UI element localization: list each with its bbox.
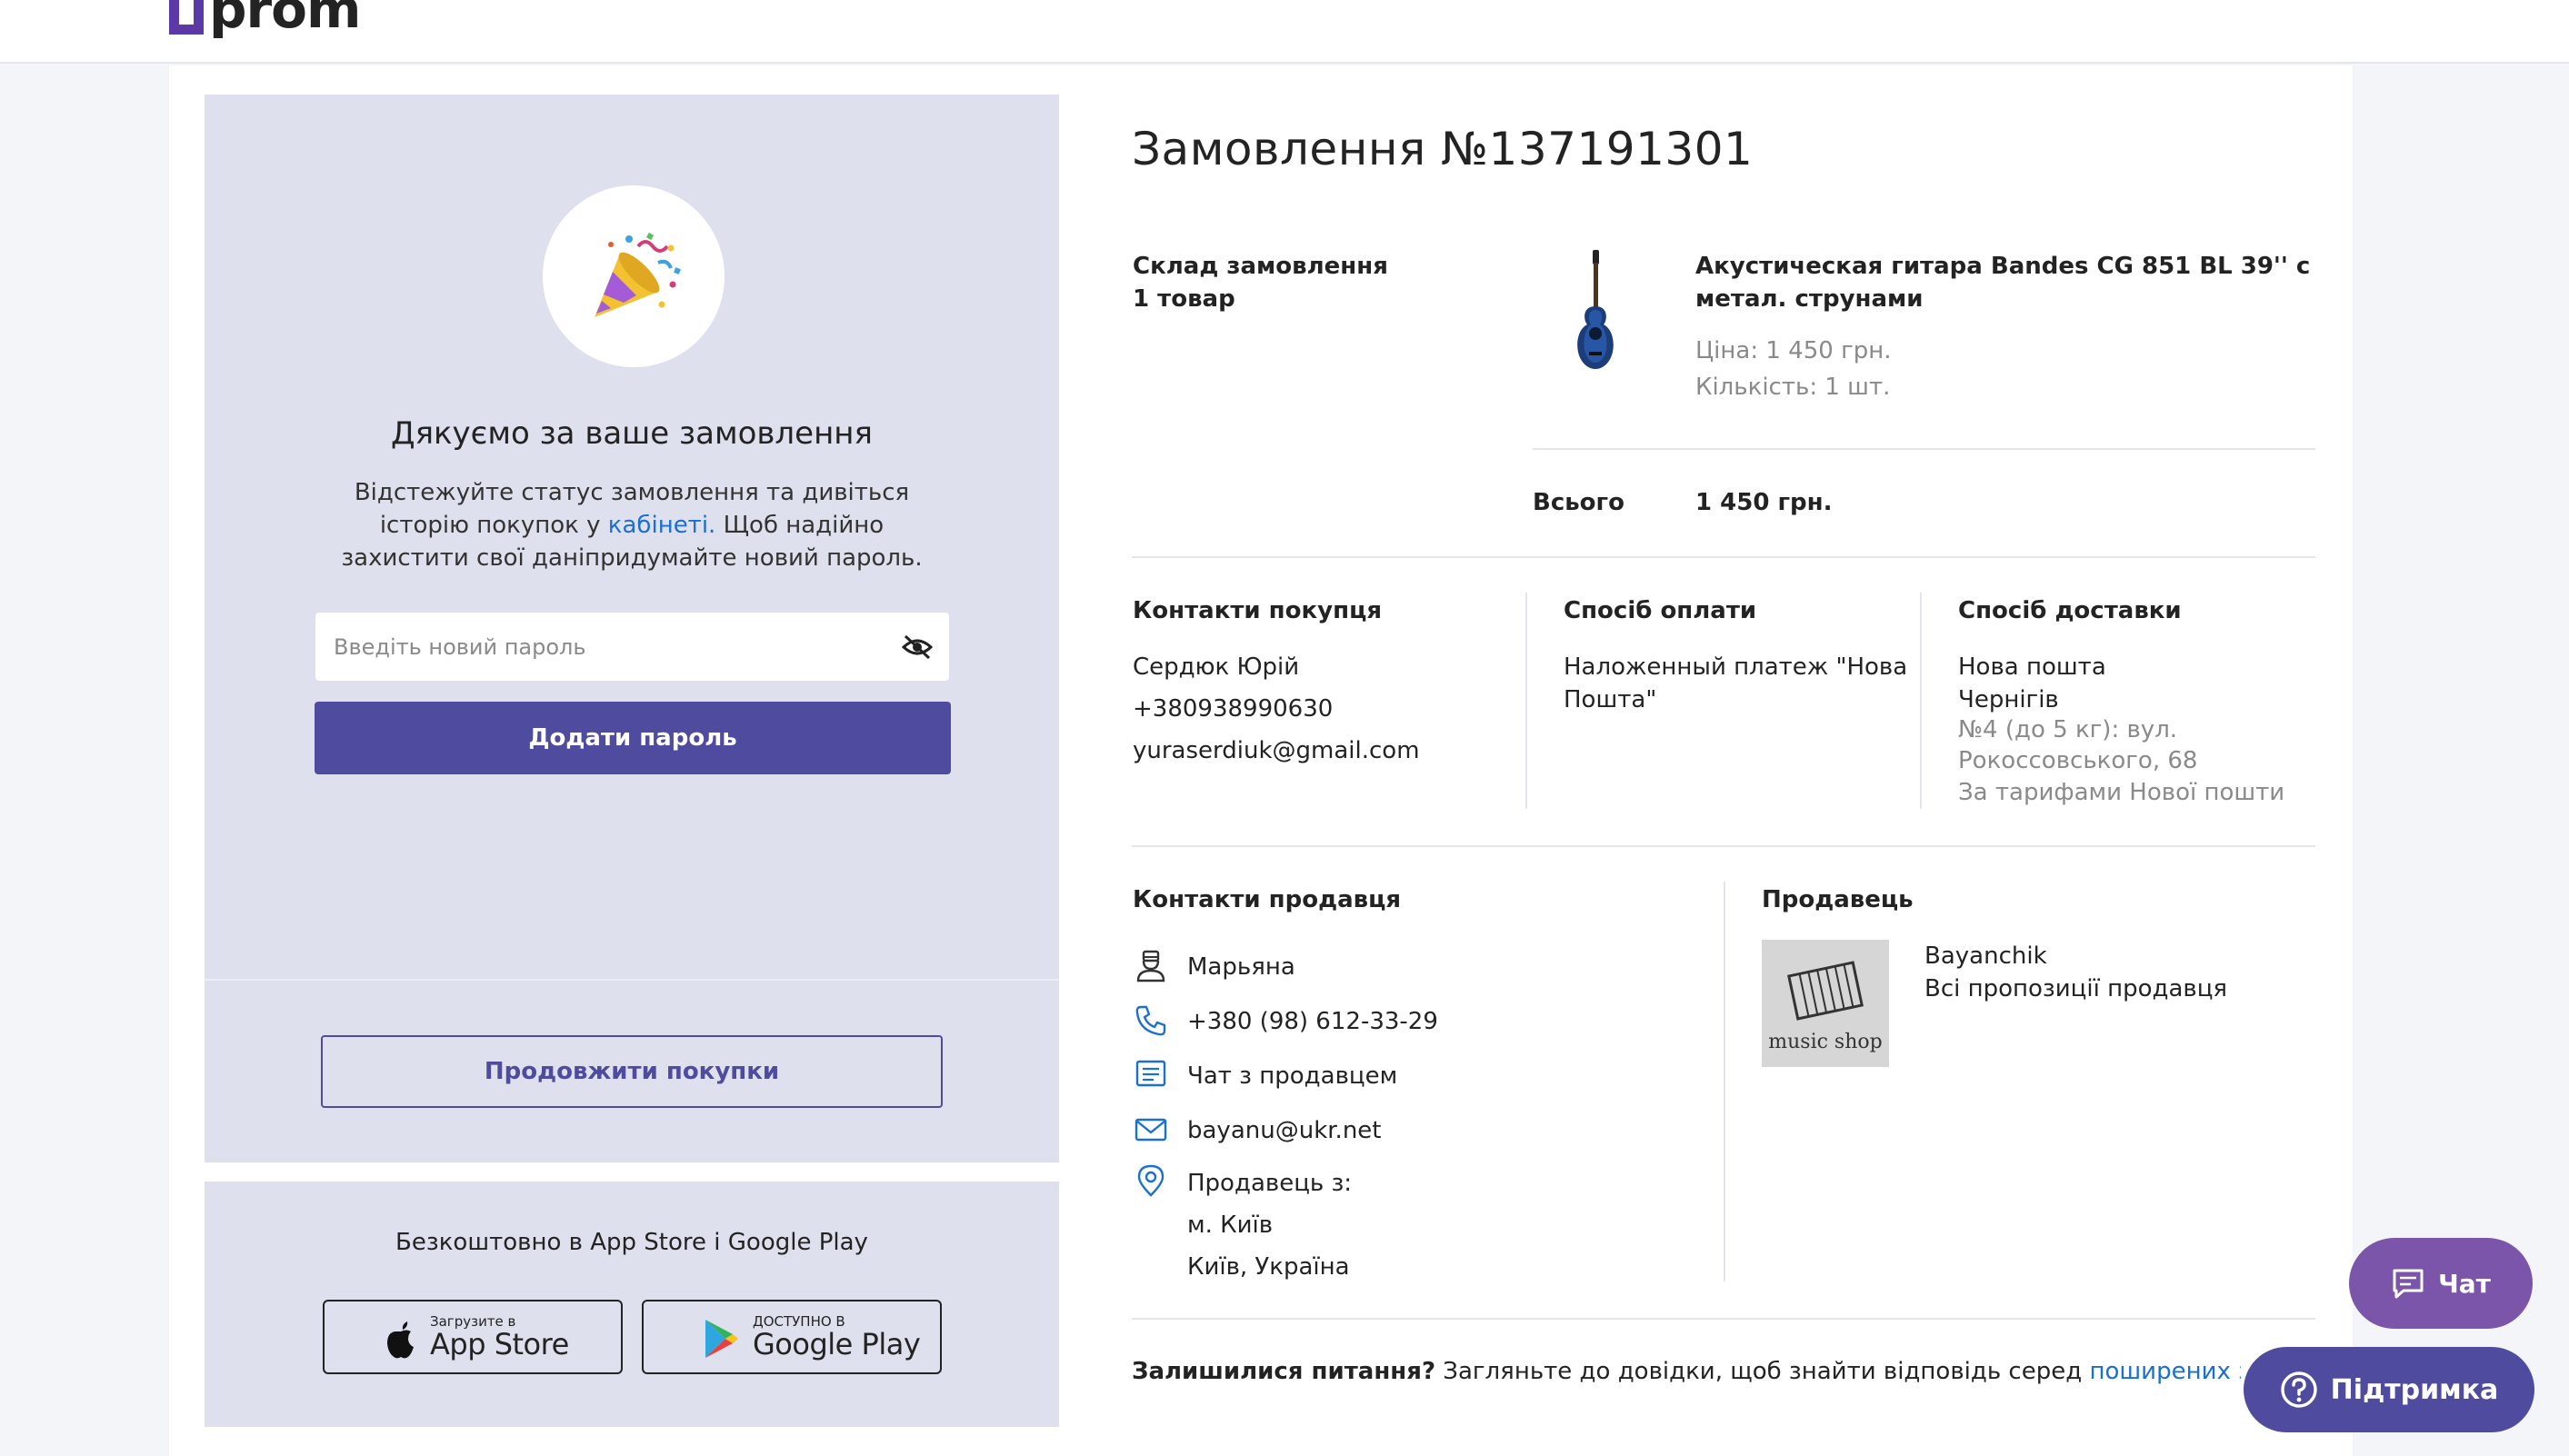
- chat-with-seller-link[interactable]: Чат з продавцем: [1187, 1060, 1397, 1092]
- google-play-icon: [705, 1320, 738, 1358]
- thanks-title: Дякуємо за ваше замовлення: [391, 415, 873, 452]
- cabinet-link[interactable]: кабінеті.: [608, 512, 716, 539]
- delivery-tariff: За тарифами Нової пошти: [1958, 779, 2285, 806]
- seller-country: Київ, Україна: [1187, 1253, 1350, 1281]
- total-value: 1 450 грн.: [1695, 489, 1833, 516]
- seller-logo[interactable]: music shop: [1762, 940, 1889, 1067]
- continue-shopping-button[interactable]: Продовжити покупки: [321, 1035, 943, 1108]
- google-play-button[interactable]: ДОСТУПНО В Google Play: [642, 1300, 942, 1374]
- delivery-city: Чернігів: [1958, 686, 2059, 713]
- password-field: [315, 613, 949, 681]
- panel-divider: [205, 979, 1059, 981]
- add-password-button[interactable]: Додати пароль: [315, 702, 951, 774]
- eye-hidden-icon[interactable]: [902, 634, 933, 660]
- support-floating-button[interactable]: Підтримка: [2244, 1347, 2534, 1432]
- divider: [1132, 1318, 2315, 1320]
- chat-floating-button[interactable]: Чат: [2349, 1238, 2533, 1329]
- phone-icon: [1135, 1005, 1166, 1036]
- buyer-name: Сердюк Юрій: [1133, 653, 1300, 681]
- seller-city-link[interactable]: м. Київ: [1187, 1209, 1273, 1242]
- seller-name: Bayanchik: [1924, 942, 2047, 970]
- order-title: Замовлення №137191301: [1132, 123, 1754, 175]
- logo-text: prom: [209, 0, 361, 40]
- delivery-service: Нова пошта: [1958, 653, 2106, 681]
- delivery-branch: №4 (до 5 кг): вул. Рокоссовського, 68: [1958, 716, 2198, 774]
- mail-icon: [1135, 1118, 1167, 1142]
- chat-floating-label: Чат: [2438, 1268, 2491, 1299]
- app-store-button[interactable]: Загрузите в App Store: [323, 1300, 623, 1374]
- chat-icon: [1135, 1060, 1166, 1087]
- column-divider: [1724, 882, 1725, 1281]
- buyer-phone: +380938990630: [1133, 695, 1334, 723]
- faq-question: Залишилися питання?: [1132, 1358, 1436, 1385]
- person-icon: [1136, 950, 1165, 982]
- apps-panel: Безкоштовно в App Store і Google Play За…: [205, 1182, 1059, 1427]
- location-pin-icon: [1137, 1164, 1165, 1197]
- party-popper-icon: [595, 232, 681, 317]
- product-price: Ціна: 1 450 грн.: [1695, 337, 1892, 364]
- top-header: prom: [0, 0, 2569, 64]
- seller-phone-link[interactable]: +380 (98) 612-33-29: [1187, 1005, 1438, 1038]
- payment-method-value: Наложенный платеж "Нова Пошта": [1564, 653, 1908, 713]
- seller-from-label: Продавець з:: [1187, 1170, 1353, 1197]
- payment-method-label: Спосіб оплати: [1564, 597, 1757, 624]
- buyer-contacts-label: Контакти покупця: [1133, 597, 1383, 624]
- total-label: Всього: [1533, 489, 1624, 516]
- help-circle-icon: [2280, 1371, 2317, 1408]
- column-divider: [1525, 593, 1527, 809]
- product-name[interactable]: Акустическая гитара Bandes CG 851 BL 39'…: [1695, 250, 2332, 315]
- seller-contact-name: Марьяна: [1187, 953, 1295, 981]
- seller-contacts-label: Контакти продавця: [1133, 886, 1402, 913]
- seller-label: Продавець: [1762, 886, 1914, 913]
- logo-mark-icon: [169, 0, 204, 35]
- divider: [1132, 556, 2315, 558]
- delivery-method-label: Спосіб доставки: [1958, 597, 2182, 624]
- apps-promo-text: Безкоштовно в App Store і Google Play: [395, 1229, 868, 1256]
- googleplay-big-text: Google Play: [753, 1327, 921, 1361]
- buyer-email: yuraserdiuk@gmail.com: [1133, 737, 1420, 764]
- thanks-text: Відстежуйте статус замовлення та дивітьс…: [314, 476, 950, 574]
- appstore-big-text: App Store: [430, 1327, 569, 1361]
- chat-bubble-icon: [2393, 1269, 2424, 1299]
- order-items-count: 1 товар: [1133, 285, 1235, 313]
- all-seller-offers-link[interactable]: Всі пропозиції продавця: [1924, 972, 2227, 1005]
- faq-text: Загляньте до довідки, щоб знайти відпові…: [1435, 1358, 2090, 1385]
- seller-logo-text: music shop: [1768, 1030, 1883, 1053]
- thank-you-panel: Дякуємо за ваше замовлення Відстежуйте с…: [205, 95, 1059, 1162]
- support-floating-label: Підтримка: [2330, 1373, 2499, 1406]
- seller-email-link[interactable]: bayanu@ukr.net: [1187, 1114, 1381, 1147]
- divider: [1533, 448, 2315, 450]
- order-composition-label: Склад замовлення: [1133, 253, 1388, 280]
- new-password-input[interactable]: [334, 633, 879, 660]
- guitar-product-image[interactable]: [1564, 250, 1627, 373]
- accordion-icon: [1787, 960, 1864, 1021]
- product-quantity: Кількість: 1 шт.: [1695, 374, 1891, 401]
- faq-link[interactable]: поширених запитань: [2089, 1358, 2241, 1385]
- party-icon-circle: [543, 185, 725, 367]
- prom-logo[interactable]: prom: [169, 0, 361, 40]
- faq-line: Залишилися питання? Загляньте до довідки…: [1132, 1358, 2241, 1385]
- divider: [1132, 845, 2315, 847]
- column-divider: [1920, 593, 1922, 809]
- apple-icon: [387, 1321, 414, 1359]
